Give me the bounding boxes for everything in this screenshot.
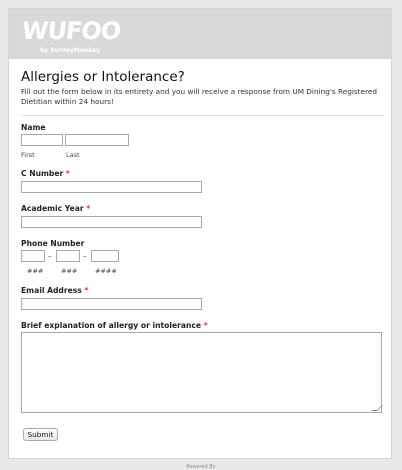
- c-number-input[interactable]: [21, 181, 202, 193]
- phone-line-input[interactable]: [91, 250, 119, 262]
- email-input[interactable]: [21, 298, 202, 310]
- submit-button[interactable]: Submit: [23, 428, 58, 441]
- required-marker: *: [86, 204, 91, 213]
- email-label-text: Email Address: [21, 286, 82, 295]
- first-name-input[interactable]: [21, 134, 63, 146]
- phone-area-input[interactable]: [21, 250, 45, 262]
- phone-area-hint: ###: [27, 267, 44, 275]
- divider: [21, 115, 385, 116]
- academic-year-label: Academic Year *: [21, 204, 90, 213]
- first-name-sublabel: First: [21, 151, 35, 159]
- phone-number-label: Phone Number: [21, 239, 85, 248]
- phone-separator: –: [48, 252, 52, 260]
- name-label: Name: [21, 123, 46, 132]
- phone-separator: –: [83, 252, 87, 260]
- required-marker: *: [65, 169, 70, 178]
- c-number-label-text: C Number: [21, 169, 64, 178]
- last-name-input[interactable]: [65, 134, 129, 146]
- footer-text: Powered By: [186, 464, 216, 470]
- explanation-label: Brief explanation of allergy or intolera…: [21, 321, 208, 330]
- form-header: WUFOO by SurveyMonkey: [9, 9, 391, 59]
- form-description: Fill out the form below in its entirety …: [21, 87, 377, 106]
- required-marker: *: [203, 321, 208, 330]
- academic-year-label-text: Academic Year: [21, 204, 84, 213]
- academic-year-input[interactable]: [21, 216, 202, 228]
- explanation-textarea[interactable]: [21, 332, 383, 413]
- email-label: Email Address *: [21, 286, 88, 295]
- explanation-label-text: Brief explanation of allergy or intolera…: [21, 321, 202, 330]
- phone-line-hint: ####: [95, 267, 117, 275]
- last-name-sublabel: Last: [66, 151, 80, 159]
- form-card: WUFOO by SurveyMonkey Allergies or Intol…: [8, 8, 392, 459]
- form-title: Allergies or Intolerance?: [21, 69, 185, 85]
- wufoo-logo: WUFOO: [20, 17, 122, 45]
- phone-prefix-input[interactable]: [56, 250, 80, 262]
- resize-handle-icon[interactable]: [371, 405, 383, 411]
- logo-tagline: by SurveyMonkey: [40, 47, 100, 54]
- c-number-label: C Number *: [21, 169, 70, 178]
- phone-prefix-hint: ###: [61, 267, 78, 275]
- required-marker: *: [84, 286, 89, 295]
